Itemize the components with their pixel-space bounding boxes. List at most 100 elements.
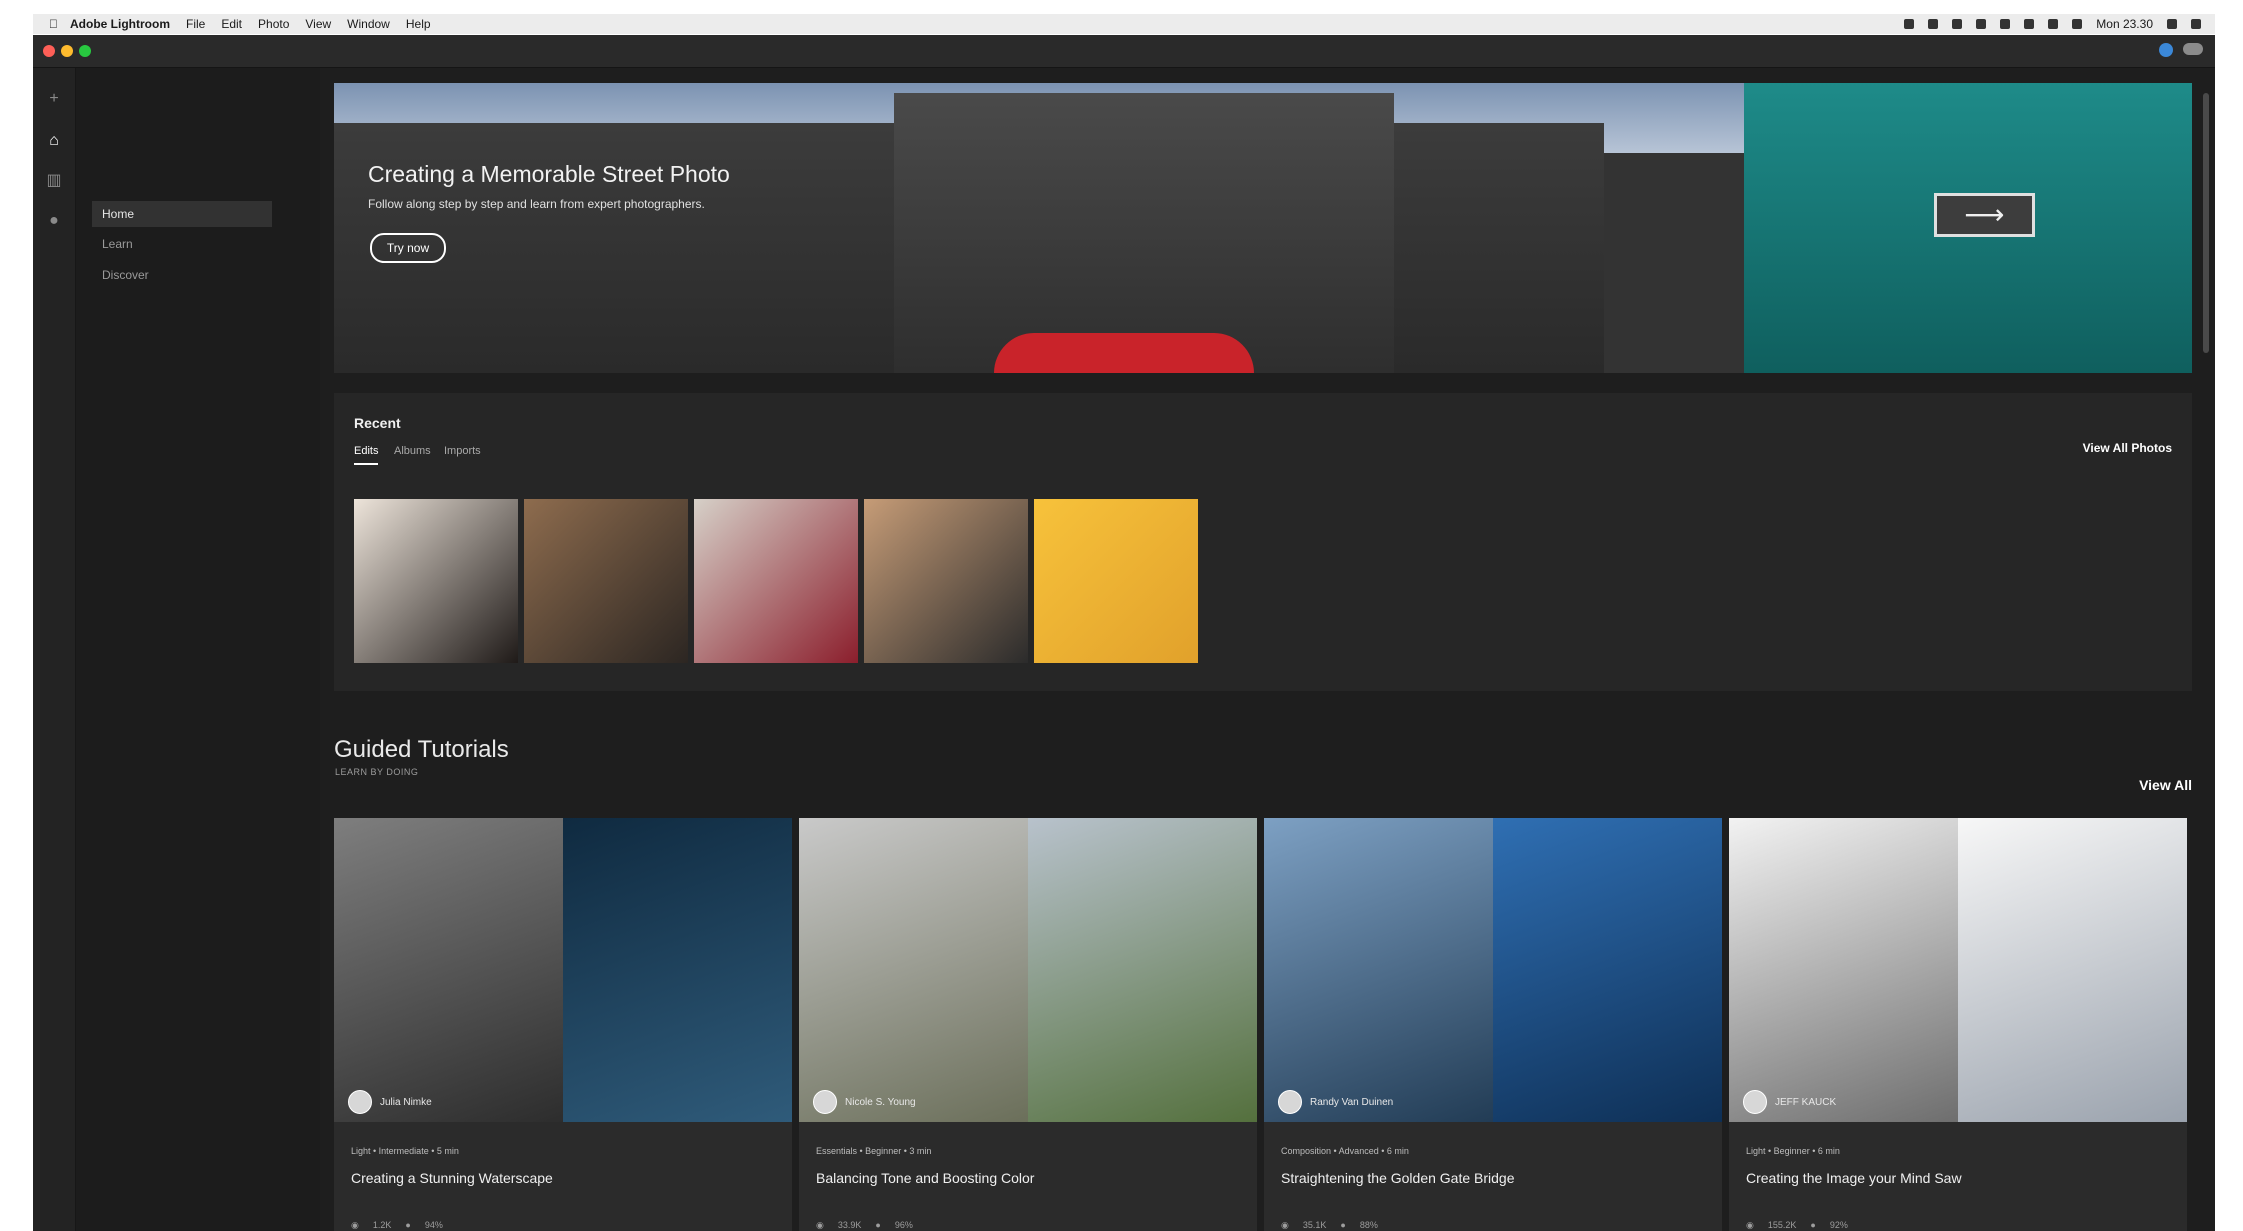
after-image <box>563 818 792 1122</box>
zoom-window-button[interactable] <box>79 45 91 57</box>
hero-banner[interactable]: ⟶ Creating a Memorable Street Photo Foll… <box>334 83 2192 373</box>
likes-percent: 92% <box>1829 1220 1848 1230</box>
before-image <box>1729 818 1958 1122</box>
author-name: Randy Van Duinen <box>1310 1096 1394 1108</box>
sidebar: Home Learn Discover <box>76 68 320 1231</box>
views-count: 35.1K <box>1302 1220 1327 1230</box>
tutorial-meta: Light • Beginner • 6 min <box>1746 1146 1840 1156</box>
recent-title: Recent <box>354 415 401 431</box>
tutorial-stats: ◉ 155.2K ● 92% <box>1746 1220 1848 1231</box>
author-name: Julia Nimke <box>380 1096 432 1108</box>
likes-icon: ● <box>1340 1220 1346 1230</box>
sidebar-item-discover[interactable]: Discover <box>92 262 272 288</box>
minimize-window-button[interactable] <box>61 45 73 57</box>
add-icon[interactable]: + <box>43 88 65 110</box>
tutorial-stats: ◉ 1.2K ● 94% <box>351 1220 443 1231</box>
people-icon[interactable]: ● <box>43 210 65 232</box>
tutorial-meta: Light • Intermediate • 5 min <box>351 1146 459 1156</box>
after-image <box>1958 818 2187 1122</box>
after-image <box>1028 818 1257 1122</box>
menu-edit[interactable]: Edit <box>221 17 242 31</box>
recent-thumb[interactable] <box>1034 499 1198 663</box>
hero-building-center <box>894 93 1394 373</box>
try-now-button[interactable]: Try now <box>370 233 446 263</box>
tutorial-card[interactable]: JEFF KAUCK Light • Beginner • 6 min Crea… <box>1729 818 2187 1231</box>
app-menu[interactable]: Adobe Lightroom <box>70 17 170 31</box>
library-icon[interactable]: ▥ <box>43 170 65 192</box>
views-icon: ◉ <box>1746 1220 1754 1230</box>
app-window: + ⌂ ▥ ● Home Learn Discover ⟶ Creating a… <box>33 35 2215 1231</box>
menu-file[interactable]: File <box>186 17 205 31</box>
view-all-photos-link[interactable]: View All Photos <box>2083 441 2172 455</box>
tutorial-card[interactable]: Nicole S. Young Essentials • Beginner • … <box>799 818 1257 1231</box>
likes-percent: 94% <box>424 1220 443 1230</box>
author: JEFF KAUCK <box>1743 1090 1836 1114</box>
hero-title: Creating a Memorable Street Photo <box>368 161 730 187</box>
recent-thumb[interactable] <box>694 499 858 663</box>
tutorial-meta: Essentials • Beginner • 3 min <box>816 1146 932 1156</box>
likes-percent: 96% <box>894 1220 913 1230</box>
location-icon[interactable] <box>1904 19 1915 29</box>
sidebar-item-learn[interactable]: Learn <box>92 231 272 257</box>
tutorial-title: Creating the Image your Mind Saw <box>1746 1170 1962 1186</box>
author-name: Nicole S. Young <box>845 1096 916 1108</box>
tutorial-card[interactable]: Julia Nimke Light • Intermediate • 5 min… <box>334 818 792 1231</box>
before-image <box>1264 818 1493 1122</box>
author: Nicole S. Young <box>813 1090 916 1114</box>
likes-icon: ● <box>405 1220 411 1230</box>
views-icon: ◉ <box>1281 1220 1289 1230</box>
menu-window[interactable]: Window <box>347 17 390 31</box>
author: Randy Van Duinen <box>1278 1090 1393 1114</box>
avatar <box>813 1090 837 1114</box>
before-image <box>334 818 563 1122</box>
vertical-scrollbar[interactable] <box>2203 93 2209 353</box>
bluetooth-icon[interactable] <box>2024 19 2035 29</box>
author-name: JEFF KAUCK <box>1775 1096 1837 1108</box>
recent-thumb[interactable] <box>864 499 1028 663</box>
tutorial-meta: Composition • Advanced • 6 min <box>1281 1146 1409 1156</box>
clock[interactable]: Mon 23.30 <box>2096 17 2153 31</box>
wifi-icon[interactable] <box>2048 19 2059 29</box>
avatar <box>348 1090 372 1114</box>
menu-list-icon[interactable] <box>2191 19 2201 29</box>
menu-photo[interactable]: Photo <box>258 17 289 31</box>
menu-view[interactable]: View <box>305 17 331 31</box>
view-all-tutorials-link[interactable]: View All <box>2139 777 2192 793</box>
main-content: ⟶ Creating a Memorable Street Photo Foll… <box>321 68 2215 1231</box>
battery-icon[interactable] <box>2000 19 2011 29</box>
recent-thumb[interactable] <box>524 499 688 663</box>
tab-albums[interactable]: Albums <box>394 445 431 457</box>
cloud-icon[interactable] <box>1976 19 1987 29</box>
tutorial-stats: ◉ 33.9K ● 96% <box>816 1220 913 1231</box>
tutorial-card[interactable]: Randy Van Duinen Composition • Advanced … <box>1264 818 1722 1231</box>
menu-help[interactable]: Help <box>406 17 431 31</box>
volume-icon[interactable] <box>2072 19 2083 29</box>
views-count: 1.2K <box>372 1220 392 1230</box>
red-car <box>994 333 1254 373</box>
tutorial-stats: ◉ 35.1K ● 88% <box>1281 1220 1378 1231</box>
avatar <box>1743 1090 1767 1114</box>
avatar <box>1278 1090 1302 1114</box>
views-count: 155.2K <box>1767 1220 1797 1230</box>
views-icon: ◉ <box>816 1220 824 1230</box>
recent-panel: Recent Edits Albums Imports View All Pho… <box>334 393 2192 691</box>
recent-thumb[interactable] <box>354 499 518 663</box>
titlebar <box>33 35 2215 68</box>
sidebar-item-home[interactable]: Home <box>92 201 272 227</box>
cloud-sync-icon[interactable] <box>2183 43 2203 55</box>
after-image <box>1493 818 1722 1122</box>
home-icon[interactable]: ⌂ <box>43 130 65 152</box>
tab-imports[interactable]: Imports <box>444 445 481 457</box>
views-count: 33.9K <box>837 1220 862 1230</box>
close-window-button[interactable] <box>43 45 55 57</box>
author: Julia Nimke <box>348 1090 432 1114</box>
system-menubar:  Adobe Lightroom File Edit Photo View W… <box>33 14 2215 34</box>
guided-tutorials-subtitle: LEARN BY DOING <box>335 767 419 777</box>
tab-edits[interactable]: Edits <box>354 445 378 457</box>
brightness-icon[interactable] <box>1952 19 1963 29</box>
apple-icon[interactable]:  <box>49 17 58 31</box>
search-icon[interactable] <box>2167 19 2177 29</box>
dropbox-icon[interactable] <box>1928 19 1939 29</box>
help-icon[interactable] <box>2159 43 2173 57</box>
arrow-sign-icon: ⟶ <box>1934 193 2035 237</box>
